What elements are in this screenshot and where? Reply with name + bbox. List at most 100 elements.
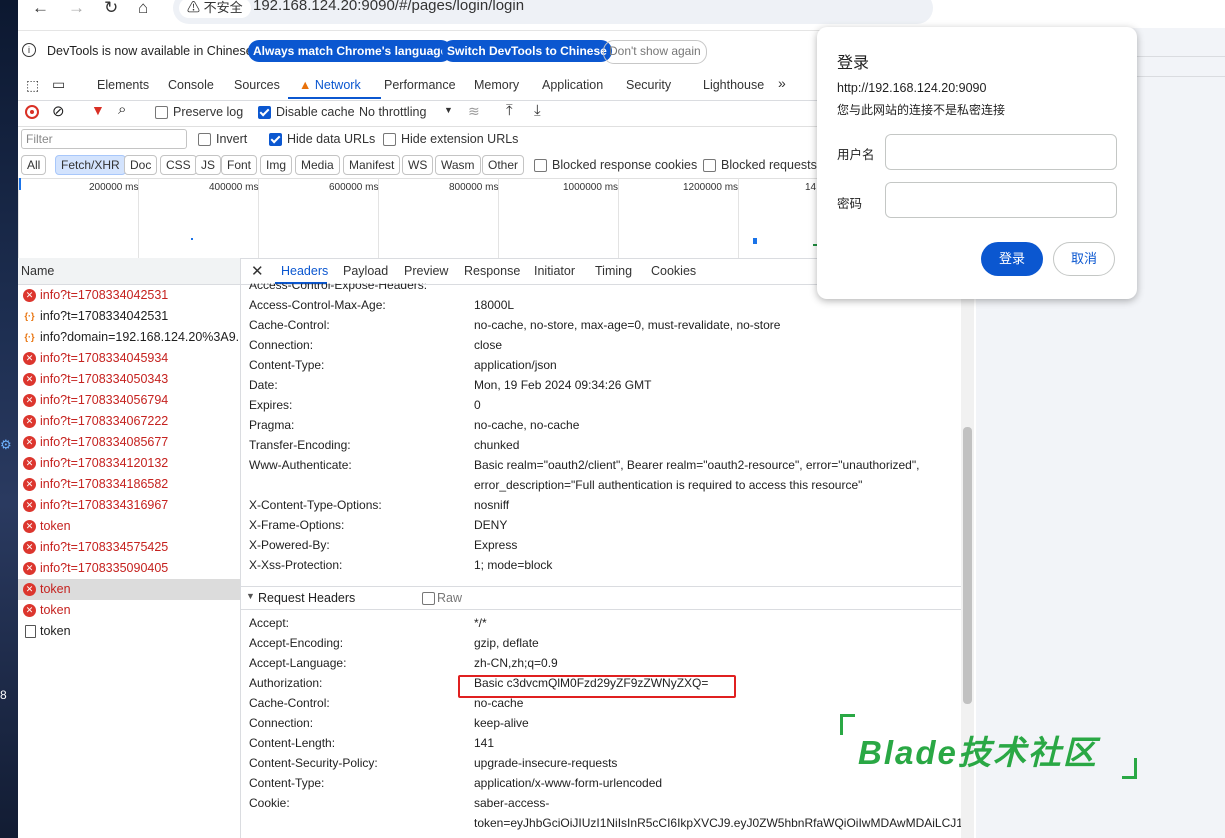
request-row[interactable]: ✕ info?t=1708334067222 xyxy=(18,411,240,432)
username-input[interactable] xyxy=(885,134,1117,170)
filter-other[interactable]: Other xyxy=(482,155,525,175)
filter-js[interactable]: JS xyxy=(195,155,222,175)
request-row[interactable]: ✕ info?t=1708334085677 xyxy=(18,432,240,453)
request-headers-section[interactable]: ▼ Request Headers Raw xyxy=(241,586,961,610)
address-bar[interactable]: ⚠ 不安全 192.168.124.20:9090/#/pages/login/… xyxy=(173,0,933,24)
header-value[interactable]: 18000L xyxy=(474,298,514,312)
filter-wasm[interactable]: Wasm xyxy=(435,155,481,175)
request-row[interactable]: ✕ token xyxy=(18,600,240,621)
tab-security[interactable]: Security xyxy=(626,78,671,92)
tab-elements[interactable]: Elements xyxy=(97,78,149,92)
request-row[interactable]: ✕ info?t=1708334120132 xyxy=(18,453,240,474)
header-value[interactable]: keep-alive xyxy=(474,716,529,730)
raw-checkbox[interactable] xyxy=(422,592,435,605)
tab-performance[interactable]: Performance xyxy=(384,78,456,92)
hide-data-urls-checkbox[interactable] xyxy=(269,133,282,146)
invert-checkbox[interactable] xyxy=(198,133,211,146)
back-icon[interactable]: ← xyxy=(32,0,49,18)
home-icon[interactable]: ⌂ xyxy=(138,0,148,18)
filter-doc[interactable]: Doc xyxy=(124,155,158,175)
chevron-down-icon[interactable]: ▼ xyxy=(444,105,453,115)
header-value[interactable]: application/json xyxy=(474,358,557,372)
tab-lighthouse[interactable]: Lighthouse xyxy=(703,78,764,92)
import-har-icon[interactable]: ⤒ xyxy=(506,102,513,119)
filter-media[interactable]: Media xyxy=(295,155,340,175)
header-value[interactable]: 0 xyxy=(474,398,481,412)
filter-input[interactable]: Filter xyxy=(21,129,187,149)
header-value[interactable]: error_description="Full authentication i… xyxy=(474,478,862,492)
header-value[interactable]: 141 xyxy=(474,736,494,750)
request-row[interactable]: ✕ info?t=1708334316967 xyxy=(18,495,240,516)
tab-cookies[interactable]: Cookies xyxy=(651,264,696,278)
filter-icon[interactable]: ▼ xyxy=(91,102,105,118)
header-value[interactable]: DENY xyxy=(474,518,507,532)
export-har-icon[interactable]: ⤓ xyxy=(534,102,541,119)
header-value[interactable]: nosniff xyxy=(474,498,509,512)
request-row[interactable]: ✕ info?t=1708334186582 xyxy=(18,474,240,495)
request-row[interactable]: ✕ info?t=1708335090405 xyxy=(18,558,240,579)
forward-icon[interactable]: → xyxy=(68,0,85,18)
hide-ext-urls-checkbox[interactable] xyxy=(383,133,396,146)
reload-icon[interactable]: ↻ xyxy=(104,0,118,18)
security-chip[interactable]: ⚠ 不安全 xyxy=(179,0,251,18)
request-row[interactable]: token xyxy=(18,621,240,642)
tab-timing[interactable]: Timing xyxy=(595,264,632,278)
request-row[interactable]: ✕ token xyxy=(18,579,240,600)
network-conditions-icon[interactable]: ≋ xyxy=(468,103,480,120)
tab-application[interactable]: Application xyxy=(542,78,603,92)
header-value[interactable]: Express xyxy=(474,538,517,552)
url-text[interactable]: 192.168.124.20:9090/#/pages/login/login xyxy=(253,0,524,14)
tab-preview[interactable]: Preview xyxy=(404,264,448,278)
header-value[interactable]: chunked xyxy=(474,438,519,452)
header-value[interactable]: no-cache, no-store, max-age=0, must-reva… xyxy=(474,318,780,332)
close-icon[interactable]: ✕ xyxy=(251,262,264,280)
tab-payload[interactable]: Payload xyxy=(343,264,388,278)
tab-headers[interactable]: Headers xyxy=(281,264,328,278)
request-row[interactable]: {·} info?domain=192.168.124.20%3A9... xyxy=(18,327,240,348)
header-value[interactable]: 1; mode=block xyxy=(474,558,552,572)
request-row[interactable]: ✕ token xyxy=(18,516,240,537)
request-row[interactable]: ✕ info?t=1708334050343 xyxy=(18,369,240,390)
header-value[interactable]: token=eyJhbGciOiJIUzI1NiIsInR5cCI6IkpXVC… xyxy=(474,816,963,830)
tab-console[interactable]: Console xyxy=(168,78,214,92)
blocked-requests-checkbox[interactable] xyxy=(703,159,716,172)
header-value[interactable]: saber-access- xyxy=(474,796,549,810)
tab-response[interactable]: Response xyxy=(464,264,520,278)
header-value[interactable]: gzip, deflate xyxy=(474,636,539,650)
tab-initiator[interactable]: Initiator xyxy=(534,264,575,278)
record-icon[interactable] xyxy=(25,105,39,119)
filter-manifest[interactable]: Manifest xyxy=(343,155,401,175)
scrollbar-thumb[interactable] xyxy=(963,427,972,704)
header-value[interactable]: application/x-www-form-urlencoded xyxy=(474,776,662,790)
login-button[interactable]: 登录 xyxy=(981,242,1043,276)
disable-cache-checkbox[interactable] xyxy=(258,106,271,119)
cancel-button[interactable]: 取消 xyxy=(1053,242,1115,276)
header-value[interactable]: Mon, 19 Feb 2024 09:34:26 GMT xyxy=(474,378,651,392)
search-icon[interactable]: ⌕ xyxy=(118,101,126,118)
request-list-header[interactable]: Name xyxy=(18,258,240,285)
tab-sources[interactable]: Sources xyxy=(234,78,280,92)
filter-all[interactable]: All xyxy=(21,155,47,175)
header-value[interactable]: Basic realm="oauth2/client", Bearer real… xyxy=(474,458,919,472)
more-tabs-icon[interactable]: » xyxy=(778,75,786,91)
preserve-log-checkbox[interactable] xyxy=(155,106,168,119)
header-value[interactable]: close xyxy=(474,338,502,352)
tab-network[interactable]: ▲ Network xyxy=(299,78,361,92)
filter-css[interactable]: CSS xyxy=(160,155,197,175)
blocked-cookies-checkbox[interactable] xyxy=(534,159,547,172)
header-value[interactable]: no-cache xyxy=(474,696,523,710)
tab-memory[interactable]: Memory xyxy=(474,78,519,92)
filter-font[interactable]: Font xyxy=(221,155,258,175)
device-toolbar-icon[interactable]: ▭ xyxy=(52,76,65,93)
request-row[interactable]: ✕ info?t=1708334042531 xyxy=(18,285,240,306)
request-row[interactable]: ✕ info?t=1708334056794 xyxy=(18,390,240,411)
password-input[interactable] xyxy=(885,182,1117,218)
match-language-button[interactable]: Always match Chrome's language xyxy=(248,40,453,62)
request-row[interactable]: {·} info?t=1708334042531 xyxy=(18,306,240,327)
request-row[interactable]: ✕ info?t=1708334575425 xyxy=(18,537,240,558)
filter-img[interactable]: Img xyxy=(260,155,293,175)
filter-ws[interactable]: WS xyxy=(402,155,434,175)
dont-show-button[interactable]: Don't show again xyxy=(603,40,707,64)
filter-fetch-xhr[interactable]: Fetch/XHR xyxy=(55,155,126,175)
switch-chinese-button[interactable]: Switch DevTools to Chinese xyxy=(442,40,612,62)
